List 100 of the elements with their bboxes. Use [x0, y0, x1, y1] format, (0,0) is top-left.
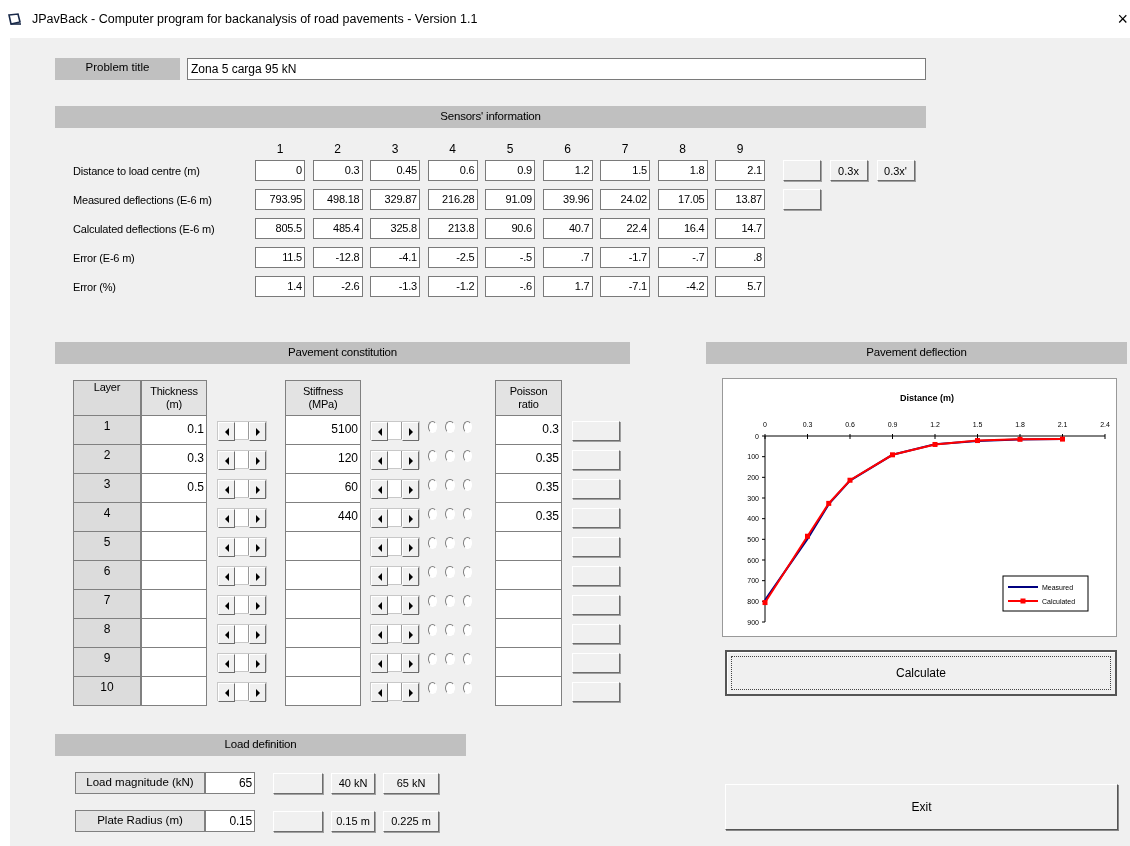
- scroll-right-button[interactable]: [402, 567, 419, 586]
- scroll-left-button[interactable]: [371, 683, 388, 702]
- value-field[interactable]: -4.1: [370, 247, 420, 268]
- value-field[interactable]: 40.7: [542, 218, 593, 239]
- row-button[interactable]: [572, 507, 620, 528]
- poisson-cell[interactable]: [495, 648, 562, 677]
- scroll-left-button[interactable]: [218, 567, 235, 586]
- stiffness-cell[interactable]: [285, 590, 361, 619]
- value-field[interactable]: 0: [255, 160, 305, 181]
- horizontal-scrollbar[interactable]: [370, 537, 420, 556]
- stiffness-cell[interactable]: [285, 619, 361, 648]
- exit-button[interactable]: Exit: [725, 784, 1118, 830]
- horizontal-scrollbar[interactable]: [370, 479, 420, 498]
- radio-button[interactable]: [428, 478, 438, 491]
- preset-button[interactable]: 0.225 m: [383, 810, 439, 832]
- radio-button[interactable]: [462, 449, 472, 462]
- radio-button[interactable]: [428, 594, 438, 607]
- stiffness-cell[interactable]: 440: [285, 503, 361, 532]
- value-field[interactable]: -1.3: [370, 276, 420, 297]
- preset-button[interactable]: 65 kN: [383, 772, 439, 794]
- scroll-left-button[interactable]: [371, 538, 388, 557]
- thickness-cell[interactable]: [141, 648, 207, 677]
- radio-button[interactable]: [462, 420, 472, 433]
- scroll-right-button[interactable]: [402, 654, 419, 673]
- scroll-right-button[interactable]: [249, 480, 266, 499]
- horizontal-scrollbar[interactable]: [370, 421, 420, 440]
- blank-button[interactable]: [782, 189, 821, 210]
- radio-button[interactable]: [445, 681, 455, 694]
- poisson-cell[interactable]: 0.35: [495, 445, 562, 474]
- value-field[interactable]: 498.18: [312, 189, 363, 210]
- radio-button[interactable]: [445, 507, 455, 520]
- radio-button[interactable]: [428, 536, 438, 549]
- scroll-right-button[interactable]: [249, 538, 266, 557]
- row-button[interactable]: [572, 420, 620, 441]
- scroll-left-button[interactable]: [371, 422, 388, 441]
- scroll-left-button[interactable]: [371, 480, 388, 499]
- radio-button[interactable]: [428, 623, 438, 636]
- horizontal-scrollbar[interactable]: [370, 624, 420, 643]
- value-field[interactable]: 0.9: [485, 160, 535, 181]
- horizontal-scrollbar[interactable]: [217, 479, 267, 498]
- radio-button[interactable]: [445, 565, 455, 578]
- horizontal-scrollbar[interactable]: [370, 595, 420, 614]
- scroll-right-button[interactable]: [402, 509, 419, 528]
- row-button[interactable]: [572, 652, 620, 673]
- value-field[interactable]: 325.8: [370, 218, 420, 239]
- radio-button[interactable]: [462, 681, 472, 694]
- stiffness-cell[interactable]: 5100: [285, 416, 361, 445]
- scroll-right-button[interactable]: [402, 538, 419, 557]
- scroll-left-button[interactable]: [218, 451, 235, 470]
- scroll-right-button[interactable]: [249, 596, 266, 615]
- value-field[interactable]: 14.7: [715, 218, 765, 239]
- preset-button[interactable]: 40 kN: [331, 772, 375, 794]
- radio-button[interactable]: [445, 536, 455, 549]
- radio-button[interactable]: [428, 420, 438, 433]
- value-field[interactable]: 39.96: [542, 189, 593, 210]
- scroll-left-button[interactable]: [218, 480, 235, 499]
- scroll-right-button[interactable]: [249, 625, 266, 644]
- radio-button[interactable]: [428, 652, 438, 665]
- preset-button[interactable]: 0.3x': [876, 160, 915, 181]
- row-button[interactable]: [572, 594, 620, 615]
- radio-button[interactable]: [445, 652, 455, 665]
- thickness-cell[interactable]: [141, 561, 207, 590]
- radio-button[interactable]: [462, 478, 472, 491]
- scroll-left-button[interactable]: [371, 451, 388, 470]
- radio-button[interactable]: [428, 565, 438, 578]
- value-field[interactable]: 329.87: [370, 189, 420, 210]
- horizontal-scrollbar[interactable]: [217, 450, 267, 469]
- value-field[interactable]: 5.7: [715, 276, 765, 297]
- value-field[interactable]: 2.1: [715, 160, 765, 181]
- stiffness-cell[interactable]: [285, 561, 361, 590]
- value-field[interactable]: 793.95: [255, 189, 305, 210]
- horizontal-scrollbar[interactable]: [217, 421, 267, 440]
- radio-button[interactable]: [428, 449, 438, 462]
- scroll-right-button[interactable]: [249, 451, 266, 470]
- stiffness-cell[interactable]: [285, 532, 361, 561]
- poisson-cell[interactable]: [495, 561, 562, 590]
- poisson-cell[interactable]: [495, 619, 562, 648]
- value-field[interactable]: 11.5: [255, 247, 305, 268]
- value-field[interactable]: -.7: [657, 247, 708, 268]
- value-field[interactable]: -4.2: [657, 276, 708, 297]
- scroll-right-button[interactable]: [402, 625, 419, 644]
- row-button[interactable]: [572, 681, 620, 702]
- value-field[interactable]: 485.4: [312, 218, 363, 239]
- scroll-right-button[interactable]: [402, 422, 419, 441]
- scroll-left-button[interactable]: [218, 509, 235, 528]
- thickness-cell[interactable]: 0.5: [141, 474, 207, 503]
- radio-button[interactable]: [462, 536, 472, 549]
- radio-button[interactable]: [445, 478, 455, 491]
- value-field[interactable]: 213.8: [427, 218, 478, 239]
- value-field[interactable]: 24.02: [600, 189, 650, 210]
- value-field[interactable]: 65: [205, 772, 255, 794]
- thickness-cell[interactable]: [141, 619, 207, 648]
- scroll-left-button[interactable]: [218, 654, 235, 673]
- blank-button[interactable]: [782, 160, 821, 181]
- blank-button[interactable]: [273, 810, 323, 832]
- scroll-left-button[interactable]: [371, 625, 388, 644]
- value-field[interactable]: 16.4: [657, 218, 708, 239]
- value-field[interactable]: -1.7: [600, 247, 650, 268]
- radio-button[interactable]: [462, 623, 472, 636]
- poisson-cell[interactable]: 0.35: [495, 503, 562, 532]
